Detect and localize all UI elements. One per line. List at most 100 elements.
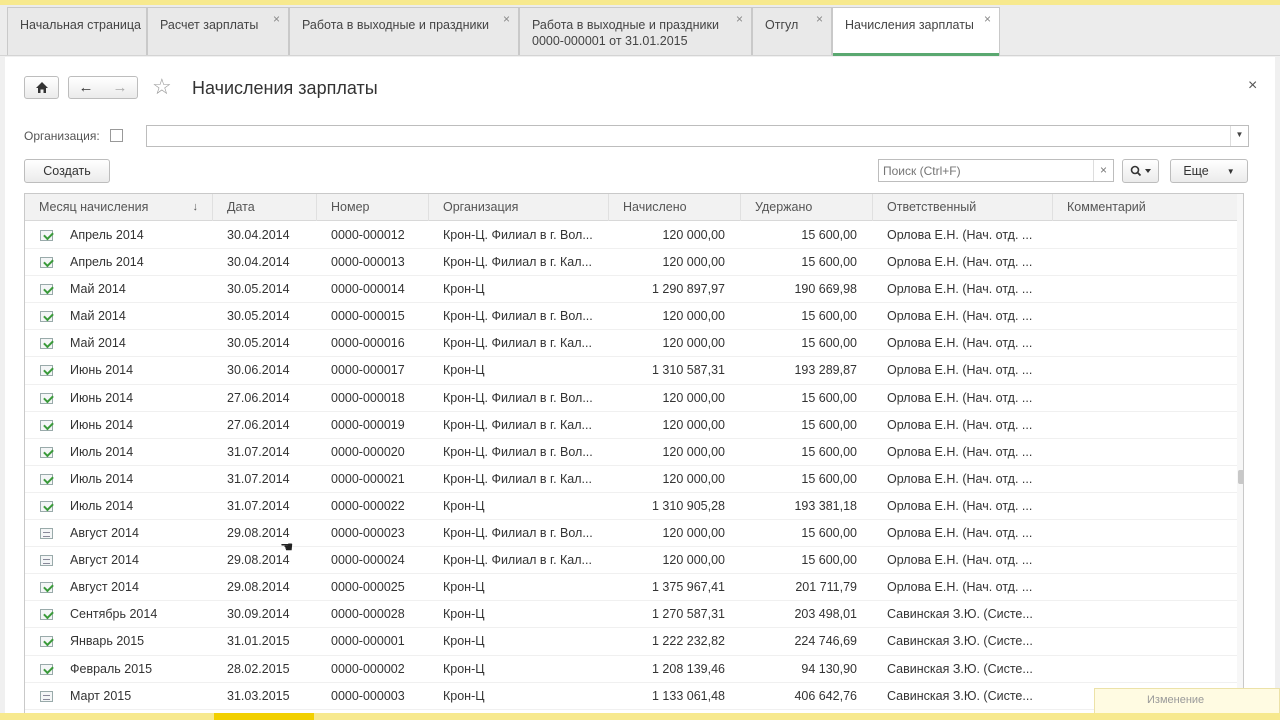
favorite-star-icon[interactable]: ☆ xyxy=(152,74,172,100)
col-header-deducted[interactable]: Удержано xyxy=(741,194,873,221)
cell-resp: Орлова Е.Н. (Нач. отд. ... xyxy=(887,228,1033,242)
cell-num: 0000-000002 xyxy=(331,661,405,676)
close-icon[interactable]: × xyxy=(736,11,743,27)
col-header-organization[interactable]: Организация xyxy=(429,194,609,221)
table-row[interactable]: Июнь 2014 30.06.2014 0000-000017 Крон-Ц 1 31… xyxy=(25,357,1237,385)
table-row[interactable]: Май 2014 30.05.2014 0000-000014 Крон-Ц 1 290… xyxy=(25,276,1237,304)
table-row[interactable]: Июнь 2014 27.06.2014 0000-000019 Крон-Ц. Фи… xyxy=(25,412,1237,439)
close-form-icon[interactable]: × xyxy=(1248,77,1257,95)
cell-org: Крон-Ц xyxy=(443,661,485,676)
posted-document-icon xyxy=(40,473,53,485)
table-row[interactable]: Июнь 2014 27.06.2014 0000-000018 Крон-Ц. Фи… xyxy=(25,385,1237,412)
home-icon xyxy=(35,82,48,93)
forward-arrow-icon[interactable]: → xyxy=(113,79,128,96)
cell-num: 0000-000014 xyxy=(331,282,405,297)
table-row[interactable]: Май 2014 30.05.2014 0000-000016 Крон-Ц. Фил… xyxy=(25,330,1237,358)
search-options-button[interactable] xyxy=(1122,159,1159,183)
posted-document-icon xyxy=(40,582,53,594)
sort-desc-icon: ↓ xyxy=(192,201,199,213)
cell-resp: Орлова Е.Н. (Нач. отд. ... xyxy=(887,390,1033,405)
table-row[interactable]: Июль 2014 31.07.2014 0000-000022 Крон-Ц 1 31… xyxy=(25,493,1237,521)
tab-label: Начальная страница xyxy=(20,18,141,32)
table-row[interactable]: Сентябрь 2014 30.09.2014 0000-000028 Крон-Ц… xyxy=(25,601,1237,629)
cell-num: 0000-000012 xyxy=(331,228,405,242)
organization-filter-checkbox[interactable] xyxy=(110,129,123,142)
col-header-label: Месяц начисления xyxy=(39,200,149,214)
tab-weekend-work[interactable]: Работа в выходные и праздники × xyxy=(289,7,519,55)
more-button[interactable]: Еще ▼ xyxy=(1170,159,1248,183)
tab-time-off[interactable]: Отгул × xyxy=(752,7,832,55)
col-header-responsible[interactable]: Ответственный xyxy=(873,194,1053,221)
table-row[interactable]: Июль 2014 31.07.2014 0000-000021 Крон-Ц. Фи… xyxy=(25,466,1237,493)
tab-home[interactable]: Начальная страница xyxy=(7,7,147,55)
cell-month: Февраль 2015 xyxy=(70,661,153,676)
cell-ded: 224 746,69 xyxy=(794,634,857,649)
cell-org: Крон-Ц. Филиал в г. Вол... xyxy=(443,390,593,405)
posted-document-icon xyxy=(40,446,53,458)
cell-ded: 15 600,00 xyxy=(801,228,857,242)
table-row[interactable]: Апрель 2014 30.04.2014 0000-000013 Крон-Ц. … xyxy=(25,249,1237,277)
cell-org: Крон-Ц. Филиал в г. Кал... xyxy=(443,336,592,351)
tab-payroll-calc[interactable]: Расчет зарплаты × xyxy=(147,7,289,55)
cell-ded: 203 498,01 xyxy=(794,607,857,622)
cell-org: Крон-Ц xyxy=(443,580,485,595)
table-body: Апрель 2014 30.04.2014 0000-000012 Крон-Ц. … xyxy=(25,222,1237,710)
table-row[interactable]: Март 2015 31.03.2015 0000-000003 Крон-Ц 1 13… xyxy=(25,683,1237,710)
cell-org: Крон-Ц. Филиал в г. Вол... xyxy=(443,228,593,242)
organization-field[interactable]: ▼ xyxy=(146,125,1249,147)
posted-document-icon xyxy=(40,365,53,377)
home-button[interactable] xyxy=(24,76,59,99)
table-row[interactable]: Февраль 2015 28.02.2015 0000-000002 Крон-Ц 1… xyxy=(25,656,1237,683)
cell-num: 0000-000015 xyxy=(331,309,405,324)
table-row[interactable]: Август 2014 29.08.2014 0000-000023 Крон-Ц. … xyxy=(25,520,1237,548)
scrollbar-thumb[interactable] xyxy=(1238,470,1243,484)
cell-ded: 15 600,00 xyxy=(801,255,857,270)
close-icon[interactable]: × xyxy=(503,11,510,27)
table-row[interactable]: Август 2014 29.08.2014 0000-000024 Крон-Ц. … xyxy=(25,547,1237,575)
col-header-date[interactable]: Дата xyxy=(213,194,317,221)
cell-num: 0000-000023 xyxy=(331,526,405,541)
create-button[interactable]: Создать xyxy=(24,159,110,183)
cell-date: 29.08.2014 xyxy=(227,580,290,595)
cell-accr: 1 310 587,31 xyxy=(652,363,725,378)
table-row[interactable]: Январь 2015 31.01.2015 0000-000001 Крон-Ц 1 … xyxy=(25,628,1237,656)
col-header-month[interactable]: Месяц начисления ↓ xyxy=(25,194,213,221)
cell-num: 0000-000013 xyxy=(331,255,405,270)
cell-date: 29.08.2014 xyxy=(227,526,290,541)
tab-label: Начисления зарплаты xyxy=(845,18,974,32)
cell-ded: 15 600,00 xyxy=(801,444,857,459)
tab-label: Отгул xyxy=(765,18,799,32)
search-input[interactable] xyxy=(879,160,1089,181)
table-row[interactable]: Май 2014 30.05.2014 0000-000015 Крон-Ц. Фил… xyxy=(25,303,1237,331)
cell-ded: 15 600,00 xyxy=(801,390,857,405)
cell-resp: Орлова Е.Н. (Нач. отд. ... xyxy=(887,336,1033,351)
posted-document-icon xyxy=(40,338,53,350)
cell-ded: 15 600,00 xyxy=(801,336,857,351)
cell-ded: 15 600,00 xyxy=(801,309,857,324)
history-nav: ← → xyxy=(68,76,138,99)
cell-num: 0000-000018 xyxy=(331,390,405,405)
close-icon[interactable]: × xyxy=(816,11,823,27)
close-icon[interactable]: × xyxy=(273,11,280,27)
form-window: ← → ☆ Начисления зарплаты × Организация:… xyxy=(5,57,1275,720)
table-row[interactable]: Июль 2014 31.07.2014 0000-000020 Крон-Ц. Фи… xyxy=(25,439,1237,466)
chevron-down-icon[interactable]: ▼ xyxy=(1230,126,1248,146)
tab-weekend-work-doc[interactable]: Работа в выходные и праздники 0000-00000… xyxy=(519,7,752,55)
bottom-strip xyxy=(0,713,1280,720)
tab-payroll-accruals[interactable]: Начисления зарплаты × xyxy=(832,7,1000,56)
cell-org: Крон-Ц. Филиал в г. Вол... xyxy=(443,526,593,541)
table-row[interactable]: Август 2014 29.08.2014 0000-000025 Крон-Ц 1 … xyxy=(25,574,1237,602)
col-header-number[interactable]: Номер xyxy=(317,194,429,221)
cell-num: 0000-000003 xyxy=(331,688,405,703)
table-row[interactable]: Апрель 2014 30.04.2014 0000-000012 Крон-Ц. … xyxy=(25,222,1237,250)
document-icon xyxy=(40,528,53,540)
clear-search-icon[interactable]: × xyxy=(1093,160,1113,181)
cell-num: 0000-000016 xyxy=(331,336,405,351)
back-arrow-icon[interactable]: ← xyxy=(79,79,94,96)
cell-num: 0000-000025 xyxy=(331,580,405,595)
cell-ded: 15 600,00 xyxy=(801,553,857,568)
col-header-comment[interactable]: Комментарий xyxy=(1053,194,1237,221)
col-header-accrued[interactable]: Начислено xyxy=(609,194,741,221)
vertical-scrollbar[interactable] xyxy=(1237,194,1243,719)
close-icon[interactable]: × xyxy=(984,11,991,27)
